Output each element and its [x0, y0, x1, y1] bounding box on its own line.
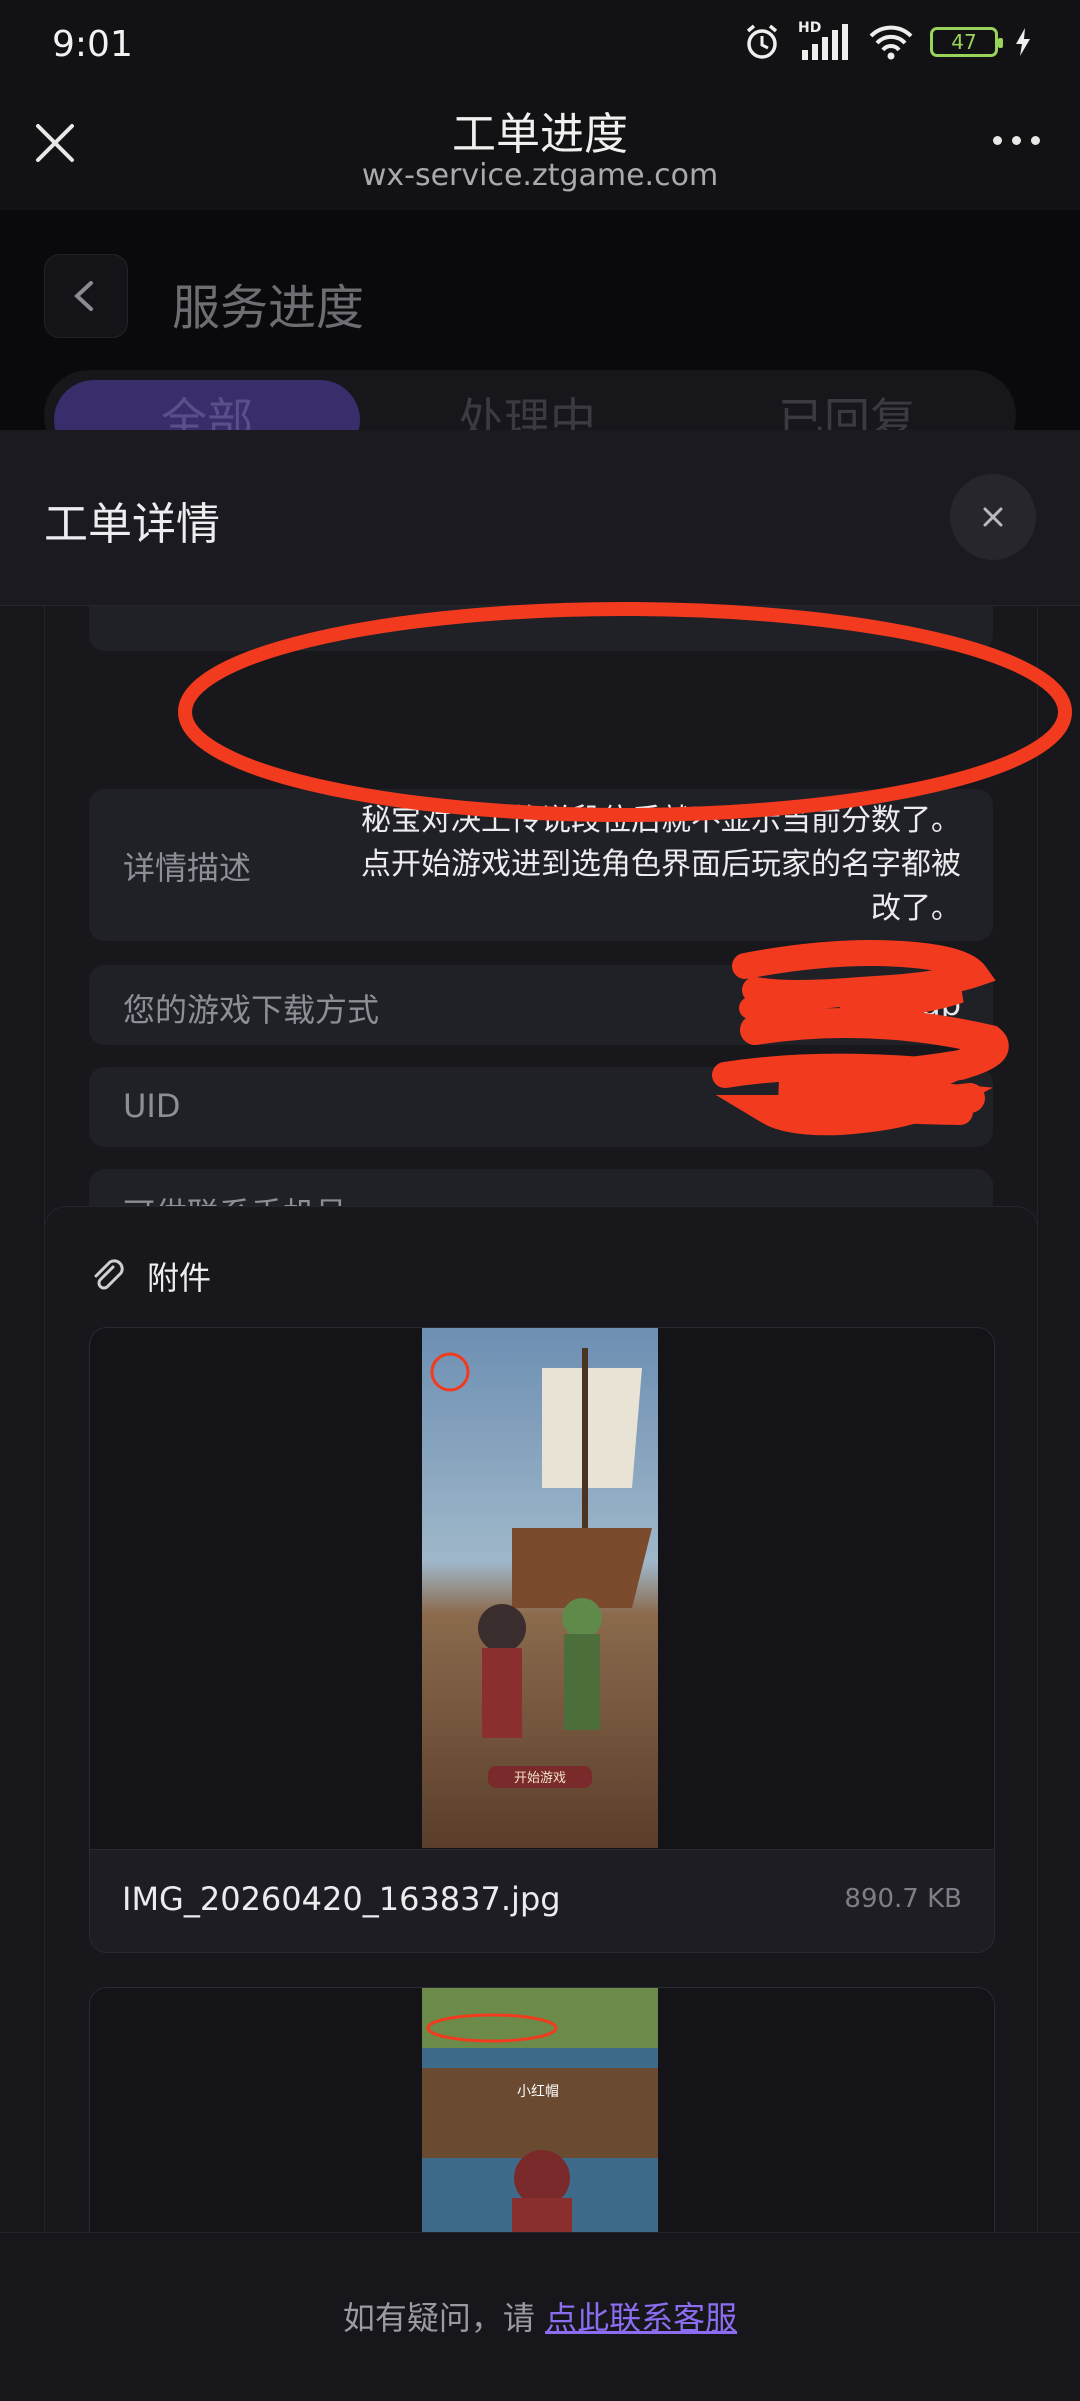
back-button[interactable] [44, 254, 128, 338]
sheet-close-button[interactable] [950, 474, 1036, 560]
download-method-row: 您的游戏下载方式 taptap [89, 965, 993, 1045]
wifi-icon [869, 25, 913, 60]
background-page: 服务进度 全部 处理中 已回复 [0, 210, 1080, 460]
file-size: 890.7 KB [844, 1884, 962, 1914]
attachments-title: 附件 [147, 1259, 212, 1297]
file-name: IMG_20260420_163837.jpg [122, 1880, 561, 1918]
alarm-icon [746, 24, 778, 59]
description-label: 详情描述 [123, 849, 252, 887]
uid-label: UID [123, 1087, 181, 1125]
footer-text: 如有疑问，请 [342, 2299, 535, 2337]
status-icons: HD 47 [742, 20, 1032, 62]
chevron-left-icon [74, 281, 93, 311]
close-icon [983, 507, 1003, 527]
uid-row: UID [89, 1067, 993, 1147]
footer: 如有疑问，请 点此联系客服 [0, 2232, 1080, 2401]
battery-icon: 47 [930, 27, 1003, 57]
signal-icon: HD [798, 20, 852, 62]
download-method-value: taptap [856, 985, 961, 1023]
attachment-item[interactable]: 开始游戏 IMG_20260420_163837.jpg 890.7 KB [89, 1327, 995, 1953]
charging-icon [1016, 28, 1030, 56]
status-time: 9:01 [52, 24, 133, 65]
sheet-header: 工单详情 [0, 430, 1080, 606]
description-line: 点开始游戏进到选角色界面后玩家的名字都被 [361, 847, 961, 882]
download-method-label: 您的游戏下载方式 [123, 991, 380, 1029]
attachments-header: 附件 [89, 1253, 211, 1299]
sheet-title: 工单详情 [44, 499, 220, 550]
file-info-bar: IMG_20260420_163837.jpg 890.7 KB [90, 1849, 994, 1952]
attachment-thumbnail[interactable]: 开始游戏 [422, 1328, 658, 1848]
attachments-card: 附件 开始游戏 IMG_20260420_163837.jpg 890.7 KB… [44, 1206, 1038, 2389]
page-url: wx-service.ztgame.com [361, 158, 719, 193]
contact-support-link[interactable]: 点此联系客服 [545, 2299, 737, 2337]
description-text: 秘宝对决上传说段位后就不显示当前分数了。 点开始游戏进到选角色界面后玩家的名字都… [281, 799, 961, 931]
battery-level: 47 [951, 30, 977, 54]
description-line: 秘宝对决上传说段位后就不显示当前分数了。 [361, 803, 961, 838]
footer-text-line: 如有疑问，请 点此联系客服 [0, 2293, 1080, 2339]
page-title: 工单进度 [452, 109, 628, 160]
background-page-title: 服务进度 [172, 280, 365, 336]
thumbnail-caption: 小红帽 [517, 2084, 559, 2100]
description-line: 改了。 [871, 891, 961, 926]
ticket-detail-sheet: 详情描述 秘宝对决上传说段位后就不显示当前分数了。 点开始游戏进到选角色界面后玩… [0, 430, 1080, 2400]
thumbnail-caption: 开始游戏 [514, 1771, 566, 1786]
more-options-icon[interactable] [993, 136, 1040, 145]
status-bar: 9:01 HD 47 [0, 0, 1080, 90]
title-bar: 工单进度 wx-service.ztgame.com [0, 90, 1080, 210]
description-row: 详情描述 秘宝对决上传说段位后就不显示当前分数了。 点开始游戏进到选角色界面后玩… [89, 789, 993, 941]
paperclip-icon [94, 1259, 124, 1290]
